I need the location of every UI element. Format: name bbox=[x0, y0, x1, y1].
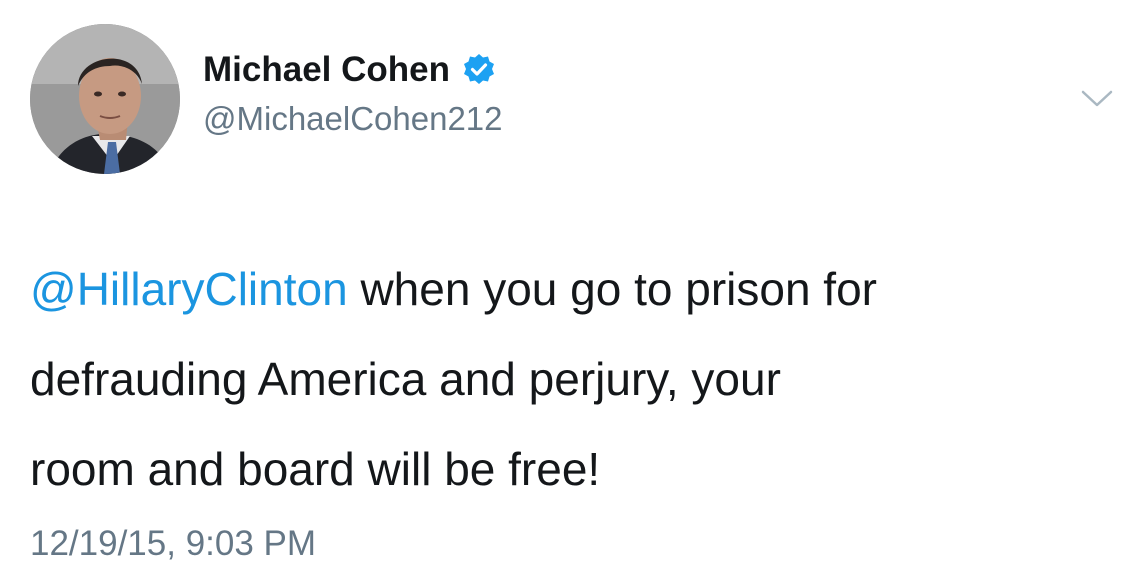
tweet-text: @HillaryClinton when you go to prison fo… bbox=[30, 244, 1110, 514]
chevron-down-icon[interactable] bbox=[1080, 88, 1114, 110]
tweet-card: Michael Cohen @MichaelCohen212 @HillaryC… bbox=[0, 0, 1125, 570]
tweet-text-line1: when you go to prison for bbox=[347, 263, 877, 315]
tweet-timestamp[interactable]: 12/19/15, 9:03 PM bbox=[30, 524, 316, 564]
author-display-name[interactable]: Michael Cohen bbox=[203, 50, 450, 90]
mention-link[interactable]: @HillaryClinton bbox=[30, 263, 348, 315]
tweet-text-line2: defrauding America and perjury, your bbox=[30, 353, 781, 405]
author-info: Michael Cohen @MichaelCohen212 bbox=[203, 48, 503, 138]
author-name-row: Michael Cohen bbox=[203, 48, 503, 92]
author-handle[interactable]: @MichaelCohen212 bbox=[203, 100, 503, 138]
profile-photo-icon bbox=[30, 24, 180, 174]
author-avatar[interactable] bbox=[30, 24, 180, 174]
tweet-text-line3: room and board will be free! bbox=[30, 443, 601, 495]
verified-badge-icon bbox=[462, 53, 496, 87]
